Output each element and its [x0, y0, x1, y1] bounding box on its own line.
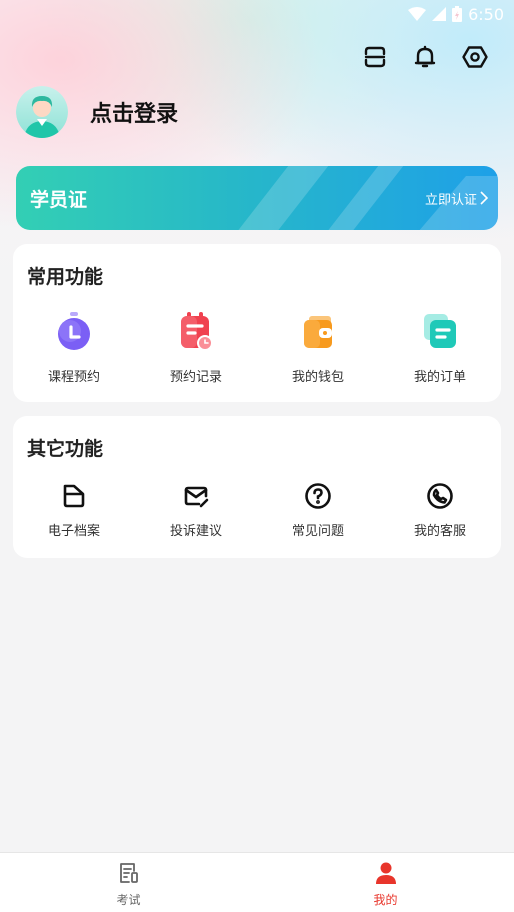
folder-icon: [54, 478, 94, 514]
bottom-tab-bar: 考试 我的: [0, 852, 514, 912]
status-bar: 6:50: [394, 0, 514, 28]
student-card-title: 学员证: [30, 188, 88, 211]
e-archive-label: 电子档案: [47, 524, 100, 539]
course-booking-label: 课程预约: [47, 370, 100, 385]
signal-icon: [432, 7, 447, 21]
tab-mine-label: 我的: [373, 893, 398, 907]
tab-exam[interactable]: 考试: [0, 853, 257, 912]
calendar-record-icon: [176, 312, 216, 352]
tab-mine[interactable]: 我的: [257, 853, 514, 912]
common-functions-grid: 课程预约 预约记录 我的钱包 我的订单: [13, 312, 501, 385]
wifi-icon: [408, 7, 427, 21]
my-orders-label: 我的订单: [413, 370, 466, 385]
avatar-icon[interactable]: [16, 86, 68, 138]
wallet-label: 我的钱包: [291, 370, 344, 385]
clock-icon: [54, 312, 94, 352]
booking-record-button[interactable]: 预约记录: [135, 312, 257, 385]
booking-record-label: 预约记录: [169, 370, 222, 385]
login-link[interactable]: 点击登录: [90, 96, 178, 128]
phone-icon: [420, 478, 460, 514]
course-booking-button[interactable]: 课程预约: [13, 312, 135, 385]
other-functions-card: 其它功能 电子档案 投诉建议 常见问题 我的客服: [13, 416, 501, 558]
settings-icon[interactable]: [462, 44, 488, 70]
faq-label: 常见问题: [291, 524, 344, 539]
customer-service-label: 我的客服: [413, 524, 466, 539]
customer-service-button[interactable]: 我的客服: [379, 478, 501, 539]
exam-icon: [119, 863, 138, 883]
wallet-button[interactable]: 我的钱包: [257, 312, 379, 385]
battery-icon: [452, 6, 463, 22]
chevron-right-icon: [480, 191, 488, 205]
complaint-button[interactable]: 投诉建议: [135, 478, 257, 539]
student-card-banner[interactable]: 学员证 立即认证: [16, 166, 498, 230]
other-functions-grid: 电子档案 投诉建议 常见问题 我的客服: [13, 478, 501, 539]
scan-icon[interactable]: [362, 44, 388, 70]
order-icon: [420, 312, 460, 352]
verify-now-link[interactable]: 立即认证: [425, 189, 488, 208]
common-functions-title: 常用功能: [27, 266, 104, 288]
my-orders-button[interactable]: 我的订单: [379, 312, 501, 385]
mail-edit-icon: [176, 478, 216, 514]
user-icon: [375, 862, 396, 884]
e-archive-button[interactable]: 电子档案: [13, 478, 135, 539]
status-time: 6:50: [468, 4, 504, 24]
verify-now-label: 立即认证: [424, 192, 477, 208]
complaint-label: 投诉建议: [169, 524, 222, 539]
profile-section[interactable]: 点击登录: [16, 86, 178, 138]
common-functions-card: 常用功能 课程预约 预约记录 我的钱包 我的订单: [13, 244, 501, 402]
other-functions-title: 其它功能: [27, 438, 104, 460]
faq-button[interactable]: 常见问题: [257, 478, 379, 539]
bell-icon[interactable]: [412, 44, 438, 70]
header-actions: [362, 44, 488, 70]
question-icon: [298, 478, 338, 514]
tab-exam-label: 考试: [116, 893, 141, 907]
wallet-icon: [298, 312, 338, 352]
